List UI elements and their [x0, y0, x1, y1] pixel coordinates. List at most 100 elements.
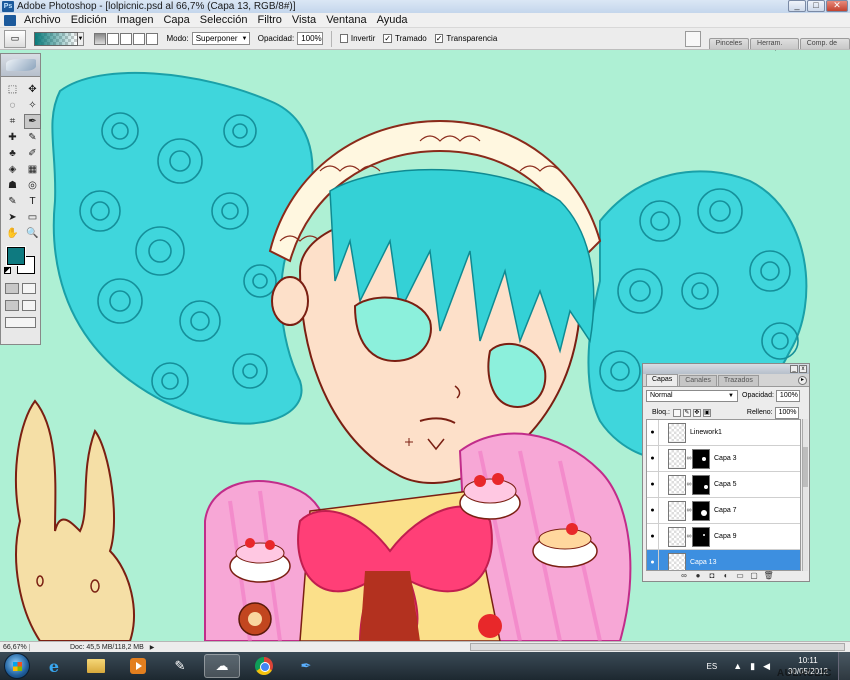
- menu-archivo[interactable]: Archivo: [19, 14, 66, 26]
- pen-tool-icon[interactable]: ✎: [4, 194, 21, 209]
- photoshop-taskbar-icon[interactable]: ☁: [204, 654, 240, 678]
- menu-ventana[interactable]: Ventana: [321, 14, 371, 26]
- well-tab-composiciones[interactable]: Comp. de capas: [799, 37, 850, 57]
- full-screen-menu-mode-button[interactable]: [22, 300, 36, 311]
- layer-name[interactable]: Capa 13: [690, 559, 716, 566]
- volume-icon[interactable]: ◀: [763, 661, 770, 672]
- tool-preset-picker[interactable]: ▭: [4, 29, 26, 48]
- linear-gradient-button[interactable]: [94, 32, 107, 45]
- layer-row-capa-9[interactable]: ● ∞ Capa 9: [647, 523, 800, 550]
- tab-canales[interactable]: Canales: [679, 375, 717, 386]
- tab-trazados[interactable]: Trazados: [717, 375, 759, 386]
- layers-panel-titlebar[interactable]: _ x: [643, 364, 809, 374]
- chrome-icon[interactable]: [246, 654, 282, 678]
- lock-all-icon[interactable]: ▣: [702, 408, 711, 417]
- panel-menu-icon[interactable]: ▸: [798, 376, 807, 385]
- diamond-gradient-button[interactable]: [146, 32, 159, 45]
- history-brush-tool-icon[interactable]: ✐: [24, 146, 41, 161]
- quick-mask-mode-button[interactable]: [22, 283, 36, 294]
- eye-icon[interactable]: ●: [647, 471, 659, 498]
- tramado-checkbox[interactable]: ✓: [383, 34, 392, 43]
- layer-list-scrollbar[interactable]: [802, 419, 808, 571]
- eye-icon[interactable]: ●: [647, 420, 659, 446]
- layer-mask-thumbnail[interactable]: [692, 448, 710, 469]
- angle-gradient-button[interactable]: [120, 32, 133, 45]
- layer-blend-mode-select[interactable]: Normal ▼: [646, 389, 738, 402]
- shape-tool-icon[interactable]: ▭: [24, 210, 41, 225]
- blend-mode-select[interactable]: Superponer ▼: [191, 32, 250, 45]
- reflected-gradient-button[interactable]: [133, 32, 146, 45]
- new-layer-icon[interactable]: ▢: [750, 571, 759, 580]
- start-button[interactable]: [4, 653, 30, 679]
- clone-stamp-tool-icon[interactable]: ♣: [4, 146, 21, 161]
- layer-row-capa-3[interactable]: ● ∞ Capa 3: [647, 445, 800, 472]
- blur-tool-icon[interactable]: ☗: [4, 178, 21, 193]
- layer-row-capa-7[interactable]: ● ∞ Capa 7: [647, 497, 800, 524]
- minimize-button[interactable]: _: [788, 0, 806, 12]
- move-tool-icon[interactable]: ✥: [24, 82, 41, 97]
- layer-name[interactable]: Capa 5: [714, 481, 737, 488]
- fill-input[interactable]: 100%: [774, 406, 799, 419]
- layer-mask-thumbnail[interactable]: [692, 526, 710, 547]
- radial-gradient-button[interactable]: [107, 32, 120, 45]
- menu-seleccion[interactable]: Selección: [195, 14, 253, 26]
- gradient-dropdown-arrow[interactable]: ▼: [77, 31, 85, 46]
- lock-position-icon[interactable]: ✥: [692, 408, 701, 417]
- explorer-icon[interactable]: [78, 654, 114, 678]
- well-tab-pinceles[interactable]: Pinceles: [708, 37, 750, 49]
- zoom-tool-icon[interactable]: 🔍: [24, 226, 41, 241]
- network-icon[interactable]: ▮: [750, 661, 755, 672]
- eraser-tool-icon[interactable]: ◈: [4, 162, 21, 177]
- eye-icon[interactable]: ●: [647, 523, 659, 550]
- menu-capa[interactable]: Capa: [158, 14, 194, 26]
- image-viewer-icon[interactable]: ✎: [162, 654, 198, 678]
- gradient-tool-icon[interactable]: ▦: [24, 162, 41, 177]
- zoom-level[interactable]: 66,67%: [0, 643, 30, 651]
- language-indicator[interactable]: ES: [707, 662, 718, 671]
- eye-icon[interactable]: ●: [647, 497, 659, 524]
- tab-capas[interactable]: Capas: [646, 374, 679, 386]
- dodge-tool-icon[interactable]: ◎: [24, 178, 41, 193]
- layer-mask-thumbnail[interactable]: [692, 500, 710, 521]
- eye-icon[interactable]: ●: [647, 549, 659, 570]
- maximize-button[interactable]: □: [807, 0, 825, 12]
- path-selection-tool-icon[interactable]: ➤: [4, 210, 21, 225]
- transparencia-checkbox[interactable]: ✓: [434, 34, 444, 43]
- layer-mask-thumbnail[interactable]: [692, 474, 710, 495]
- healing-brush-tool-icon[interactable]: ✚: [4, 130, 21, 145]
- hand-tool-icon[interactable]: ✋: [4, 226, 21, 241]
- well-tab-herramientas[interactable]: Herram. preest.: [750, 37, 799, 57]
- menu-vista[interactable]: Vista: [287, 14, 321, 26]
- group-icon[interactable]: ▭: [736, 571, 745, 580]
- layer-opacity-input[interactable]: 100%: [775, 389, 800, 402]
- feather-icon[interactable]: ✒: [288, 654, 324, 678]
- layer-name[interactable]: Linework1: [690, 429, 722, 436]
- menu-edicion[interactable]: Edición: [66, 14, 112, 26]
- default-colors-icon[interactable]: [4, 267, 11, 274]
- gradient-preview[interactable]: [33, 31, 78, 46]
- jump-to-imageready-button[interactable]: [5, 317, 36, 328]
- lock-pixels-icon[interactable]: ✎: [682, 408, 691, 417]
- lock-transparency-icon[interactable]: [672, 408, 681, 417]
- menu-ayuda[interactable]: Ayuda: [372, 14, 413, 26]
- foreground-color-swatch[interactable]: [6, 246, 26, 266]
- eye-icon[interactable]: ●: [647, 445, 659, 472]
- slice-tool-icon[interactable]: ✒: [24, 114, 41, 129]
- layer-row-linework1[interactable]: ● Linework1: [647, 420, 800, 446]
- magic-wand-tool-icon[interactable]: ✧: [24, 98, 41, 113]
- show-hidden-icons-icon[interactable]: ▲: [733, 661, 742, 671]
- adjustment-icon[interactable]: ◐: [722, 571, 731, 580]
- trash-icon[interactable]: 🗑: [764, 571, 774, 580]
- toolbox-header[interactable]: [1, 54, 40, 77]
- invertir-checkbox[interactable]: [340, 34, 348, 43]
- fx-icon[interactable]: ●: [694, 571, 703, 580]
- link-icon[interactable]: ∞: [680, 571, 689, 580]
- menu-filtro[interactable]: Filtro: [252, 14, 286, 26]
- status-menu-icon[interactable]: ▶: [150, 644, 155, 651]
- layer-name[interactable]: Capa 7: [714, 507, 737, 514]
- document-icon[interactable]: [4, 14, 16, 26]
- horizontal-scrollbar[interactable]: [470, 643, 845, 651]
- brush-tool-icon[interactable]: ✎: [24, 130, 41, 145]
- internet-explorer-icon[interactable]: e: [36, 654, 72, 678]
- crop-tool-icon[interactable]: ⌗: [4, 114, 21, 129]
